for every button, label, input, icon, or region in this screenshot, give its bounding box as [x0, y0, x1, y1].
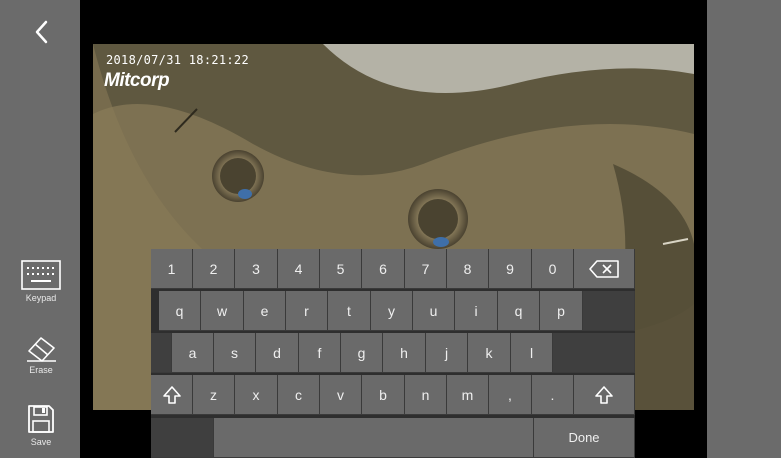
- key-c[interactable]: c: [278, 375, 320, 415]
- keyboard-row-bottom: Done: [151, 418, 635, 458]
- key-5[interactable]: 5: [320, 249, 362, 289]
- key-w[interactable]: w: [201, 291, 244, 331]
- backspace-icon: [589, 259, 619, 278]
- key-i[interactable]: i: [455, 291, 498, 331]
- erase-button[interactable]: Erase: [10, 334, 72, 375]
- shift-left-key[interactable]: [151, 375, 193, 415]
- keyboard-row-q: q w e r t y u i q p: [151, 291, 635, 331]
- key-s[interactable]: s: [214, 333, 256, 373]
- eraser-icon: [27, 337, 56, 362]
- key-h[interactable]: h: [383, 333, 426, 373]
- key-period[interactable]: .: [532, 375, 574, 415]
- save-label: Save: [30, 437, 52, 447]
- floppy-disk-icon: [28, 405, 54, 433]
- keypad-icon: [21, 260, 61, 290]
- key-4[interactable]: 4: [278, 249, 320, 289]
- shift-arrow-icon: [595, 385, 613, 404]
- key-g[interactable]: g: [341, 333, 383, 373]
- key-1[interactable]: 1: [151, 249, 193, 289]
- key-e[interactable]: e: [244, 291, 286, 331]
- key-8[interactable]: 8: [447, 249, 489, 289]
- key-y[interactable]: y: [371, 291, 413, 331]
- shift-right-key[interactable]: [574, 375, 635, 415]
- key-p[interactable]: p: [540, 291, 583, 331]
- key-comma[interactable]: ,: [489, 375, 532, 415]
- key-t[interactable]: t: [328, 291, 371, 331]
- space-key[interactable]: [214, 418, 534, 458]
- key-n[interactable]: n: [405, 375, 447, 415]
- on-screen-keyboard: 1 2 3 4 5 6 7 8 9 0 q w e r t y u i q p: [151, 249, 635, 458]
- key-u[interactable]: u: [413, 291, 455, 331]
- key-j[interactable]: j: [426, 333, 468, 373]
- key-7[interactable]: 7: [405, 249, 447, 289]
- key-v[interactable]: v: [320, 375, 362, 415]
- key-9[interactable]: 9: [489, 249, 532, 289]
- keyboard-row-a: a s d f g h j k l: [151, 333, 635, 373]
- key-6[interactable]: 6: [362, 249, 405, 289]
- key-2[interactable]: 2: [193, 249, 235, 289]
- keypad-button[interactable]: Keypad: [10, 260, 72, 303]
- key-q[interactable]: q: [159, 291, 201, 331]
- brand-watermark: Mitcorp: [104, 70, 170, 91]
- backspace-key[interactable]: [574, 249, 635, 289]
- key-k[interactable]: k: [468, 333, 511, 373]
- key-r[interactable]: r: [286, 291, 328, 331]
- done-button[interactable]: Done: [534, 418, 635, 458]
- back-button[interactable]: [26, 16, 58, 48]
- keyboard-row-z: z x c v b n m , .: [151, 375, 635, 415]
- save-button[interactable]: Save: [10, 404, 72, 447]
- blank-key: [151, 418, 214, 458]
- key-z[interactable]: z: [193, 375, 235, 415]
- key-l[interactable]: l: [511, 333, 553, 373]
- shift-arrow-icon: [162, 385, 181, 404]
- keyboard-row-numbers: 1 2 3 4 5 6 7 8 9 0: [151, 249, 635, 289]
- key-f[interactable]: f: [299, 333, 341, 373]
- key-m[interactable]: m: [447, 375, 489, 415]
- left-toolbar: Keypad Erase Save: [0, 0, 80, 458]
- key-b[interactable]: b: [362, 375, 405, 415]
- key-x[interactable]: x: [235, 375, 278, 415]
- key-q2[interactable]: q: [498, 291, 540, 331]
- chevron-left-icon: [35, 20, 48, 44]
- right-panel: [707, 0, 781, 458]
- key-a[interactable]: a: [172, 333, 214, 373]
- key-d[interactable]: d: [256, 333, 299, 373]
- blank-key: [583, 291, 635, 331]
- keypad-label: Keypad: [25, 293, 57, 303]
- key-0[interactable]: 0: [532, 249, 574, 289]
- blank-key: [553, 333, 635, 373]
- spacer-key: [151, 333, 172, 373]
- erase-label: Erase: [29, 365, 53, 375]
- key-3[interactable]: 3: [235, 249, 278, 289]
- timestamp-overlay: 2018/07/31 18:21:22: [106, 53, 249, 67]
